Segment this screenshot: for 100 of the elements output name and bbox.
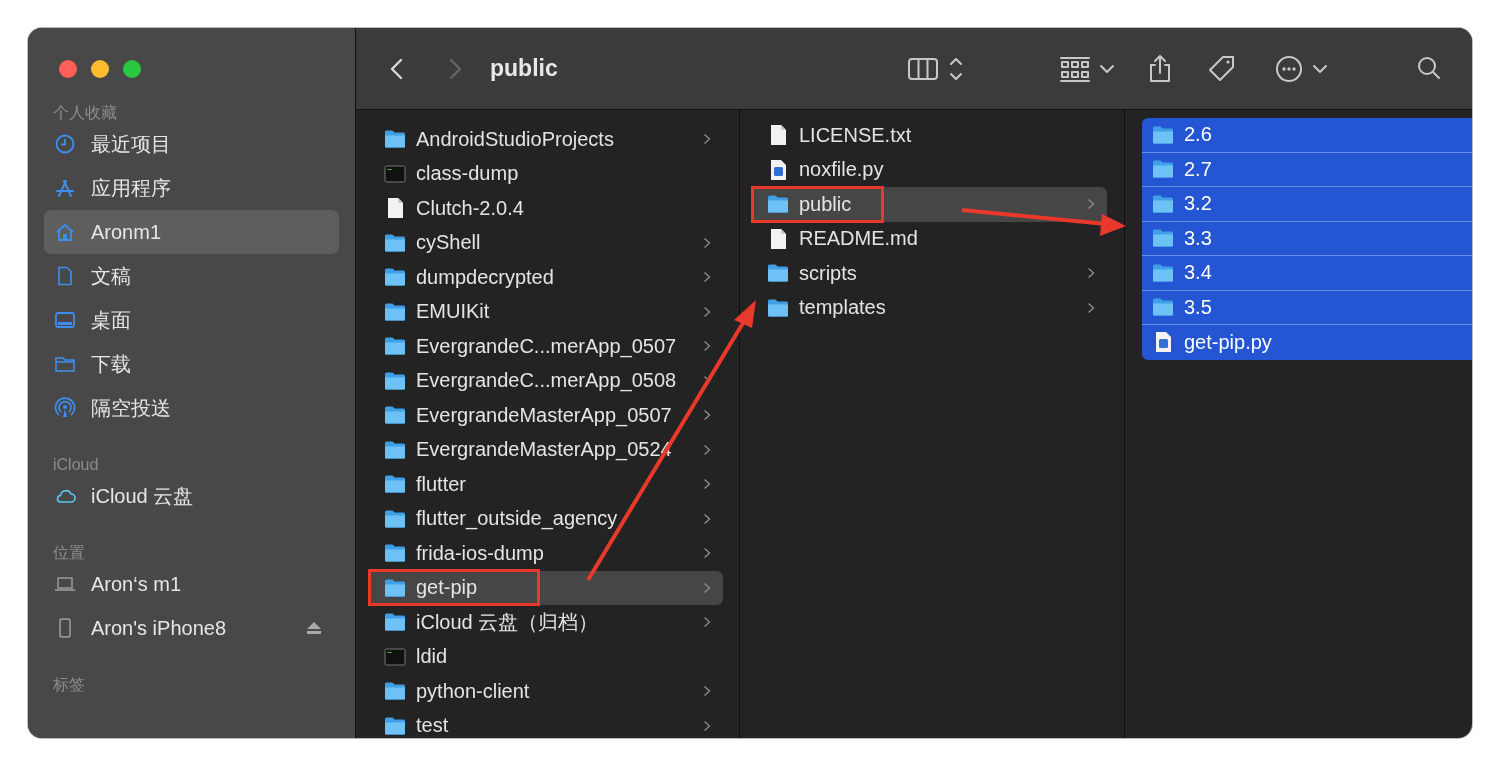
file-row[interactable]: dumpdecrypted xyxy=(368,260,723,295)
file-row[interactable]: 3.4 xyxy=(1142,256,1472,291)
file-name: 2.6 xyxy=(1184,123,1212,147)
file-row[interactable]: python-client xyxy=(368,674,723,709)
folder-icon xyxy=(384,611,406,634)
file-row[interactable]: EvergrandeC...merApp_0507 xyxy=(368,329,723,364)
section-heading: 位置 xyxy=(52,543,86,562)
file-row[interactable]: iCloud 云盘（归档） xyxy=(368,605,723,640)
file-row[interactable]: README.md xyxy=(751,221,1107,256)
file-row[interactable]: class-dump xyxy=(368,156,723,191)
file-row[interactable]: EvergrandeMasterApp_0507 xyxy=(368,398,723,433)
file-row[interactable]: 2.7 xyxy=(1142,152,1472,187)
file-row[interactable]: get-pip.py xyxy=(1142,325,1472,360)
file-row[interactable]: LICENSE.txt xyxy=(751,118,1107,153)
file-name: AndroidStudioProjects xyxy=(416,127,614,151)
file-name: EMUIKit xyxy=(416,300,490,324)
file-name: flutter xyxy=(416,472,467,496)
file-name: 3.3 xyxy=(1184,226,1212,250)
file-row[interactable]: scripts xyxy=(751,256,1107,291)
file-row[interactable]: templates xyxy=(751,290,1107,325)
file-row[interactable]: 3.5 xyxy=(1142,290,1472,325)
airdrop-icon xyxy=(54,397,76,419)
folder-icon xyxy=(384,680,406,703)
folder-icon xyxy=(384,404,406,427)
file-name: dumpdecrypted xyxy=(416,265,554,289)
house-icon xyxy=(54,221,76,243)
close-button[interactable] xyxy=(59,60,77,78)
tag-icon[interactable] xyxy=(1207,53,1237,84)
file-row[interactable]: flutter xyxy=(368,467,723,502)
file-name: LICENSE.txt xyxy=(799,123,912,147)
eject-icon[interactable] xyxy=(307,622,321,634)
file-name: public xyxy=(799,192,852,216)
file-row[interactable]: test xyxy=(368,708,723,738)
clock-icon xyxy=(54,133,76,155)
file-name: scripts xyxy=(799,261,857,285)
file-name: EvergrandeMasterApp_0507 xyxy=(416,403,672,427)
window-title: public xyxy=(490,55,558,82)
file-name: python-client xyxy=(416,679,530,703)
terminal-icon xyxy=(384,162,406,185)
file-name: ldid xyxy=(416,645,448,669)
file-row[interactable]: cyShell xyxy=(368,225,723,260)
folder-icon xyxy=(384,266,406,289)
folder-icon xyxy=(767,193,789,216)
file-name: 3.4 xyxy=(1184,261,1212,285)
file-name: cyShell xyxy=(416,231,481,255)
file-row[interactable]: EvergrandeC...merApp_0508 xyxy=(368,363,723,398)
sidebar-item[interactable]: Aron's iPhone8 xyxy=(44,606,339,650)
folder-icon xyxy=(767,262,789,285)
file-row[interactable]: 3.2 xyxy=(1142,187,1472,222)
file-name: frida-ios-dump xyxy=(416,541,544,565)
file-name: README.md xyxy=(799,227,918,251)
file-row[interactable]: noxfile.py xyxy=(751,152,1107,187)
sidebar-item[interactable]: 最近项目 xyxy=(44,122,339,166)
file-name: 2.7 xyxy=(1184,157,1212,181)
file-name: templates xyxy=(799,296,886,320)
folder-icon xyxy=(384,542,406,565)
file-name: 3.2 xyxy=(1184,192,1212,216)
file-row[interactable]: public xyxy=(751,187,1107,222)
file-row[interactable]: frida-ios-dump xyxy=(368,536,723,571)
file-row[interactable]: get-pip xyxy=(368,570,723,605)
folder-icon xyxy=(1152,227,1174,250)
app-store-icon xyxy=(54,177,76,199)
zoom-button[interactable] xyxy=(123,60,141,78)
section-heading: iCloud xyxy=(52,455,100,474)
sidebar-item[interactable]: 下载 xyxy=(44,342,339,386)
file-row[interactable]: ldid xyxy=(368,639,723,674)
file-name: EvergrandeC...merApp_0508 xyxy=(416,369,677,393)
file-name: class-dump xyxy=(416,162,519,186)
section-heading: 标签 xyxy=(52,675,86,694)
folder-icon xyxy=(1152,158,1174,181)
file-name: flutter_outside_agency xyxy=(416,507,618,531)
file-row[interactable]: AndroidStudioProjects xyxy=(368,122,723,157)
folder-icon xyxy=(384,128,406,151)
sidebar-item[interactable]: 桌面 xyxy=(44,298,339,342)
file-row[interactable]: 2.6 xyxy=(1142,118,1472,153)
sidebar-item[interactable]: 隔空投送 xyxy=(44,386,339,430)
file-row[interactable]: Clutch-2.0.4 xyxy=(368,191,723,226)
folder-icon xyxy=(384,335,406,358)
file-name: iCloud 云盘（归档） xyxy=(416,609,599,635)
file-row[interactable]: flutter_outside_agency xyxy=(368,501,723,536)
terminal-icon xyxy=(384,645,406,668)
file-name: 3.5 xyxy=(1184,295,1212,319)
more-icon[interactable] xyxy=(1275,53,1303,84)
sidebar-item[interactable]: 文稿 xyxy=(44,254,339,298)
minimize-button[interactable] xyxy=(91,60,109,78)
sidebar-item[interactable]: 应用程序 xyxy=(44,166,339,210)
file-name: EvergrandeC...merApp_0507 xyxy=(416,334,677,358)
sidebar-item[interactable]: Aron‘s m1 xyxy=(44,562,339,606)
desktop-icon xyxy=(54,309,76,331)
file-name: noxfile.py xyxy=(799,158,884,182)
share-icon[interactable] xyxy=(1147,53,1173,84)
sidebar-item[interactable]: Aronm1 xyxy=(44,210,339,254)
file-name: test xyxy=(416,714,449,738)
section-heading: 个人收藏 xyxy=(52,103,118,122)
folder-icon xyxy=(384,473,406,496)
folder-icon xyxy=(1152,296,1174,319)
file-row[interactable]: EMUIKit xyxy=(368,294,723,329)
file-name: get-pip xyxy=(416,576,478,600)
sidebar-item[interactable]: iCloud 云盘 xyxy=(44,474,339,518)
file-row[interactable]: 3.3 xyxy=(1142,221,1472,256)
